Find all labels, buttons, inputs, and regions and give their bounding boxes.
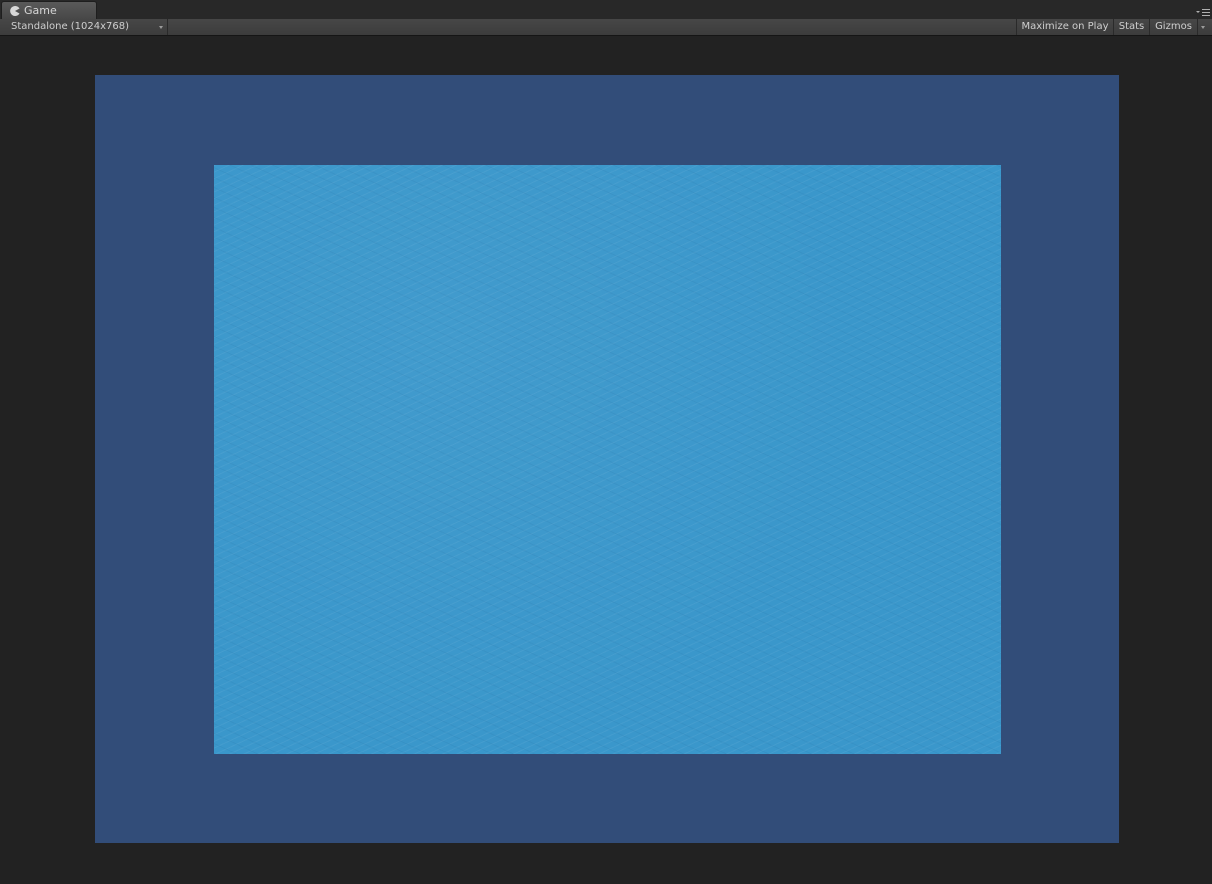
chevron-down-icon [159, 26, 163, 29]
game-viewport[interactable] [95, 75, 1119, 843]
game-toolbar: Standalone (1024x768) Maximize on Play S… [0, 19, 1212, 36]
gizmos-dropdown-button[interactable] [1197, 19, 1209, 35]
tab-label: Game [24, 4, 57, 17]
tab-bar: Game [0, 0, 1212, 20]
chevron-down-icon [1201, 26, 1205, 29]
aspect-ratio-label: Standalone (1024x768) [11, 21, 130, 32]
pacman-icon [10, 6, 20, 16]
water-plane [214, 165, 1001, 754]
gizmos-button[interactable]: Gizmos [1149, 19, 1197, 35]
stats-button[interactable]: Stats [1113, 19, 1149, 35]
tab-game[interactable]: Game [1, 1, 97, 19]
maximize-on-play-button[interactable]: Maximize on Play [1016, 19, 1113, 35]
aspect-ratio-dropdown[interactable]: Standalone (1024x768) [4, 19, 168, 35]
game-window: Game Standalone (1024x768) Maximize on P… [0, 0, 1212, 884]
panel-menu-icon[interactable] [1196, 7, 1210, 17]
